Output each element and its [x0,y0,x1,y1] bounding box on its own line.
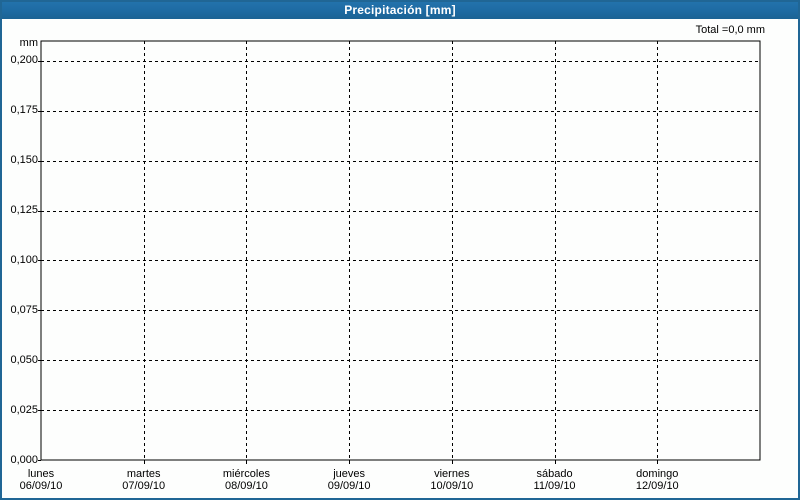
chart-title: Precipitación [mm] [344,2,456,17]
plot-area[interactable] [41,41,760,460]
total-value-annotation: Total =0,0 mm [695,24,765,36]
precipitation-chart-window: Precipitación [mm] Total =0,0 mm mm 0,00… [0,0,800,500]
y-axis-unit-label: mm [19,37,38,49]
chart-title-bar: Precipitación [mm] [0,0,800,19]
